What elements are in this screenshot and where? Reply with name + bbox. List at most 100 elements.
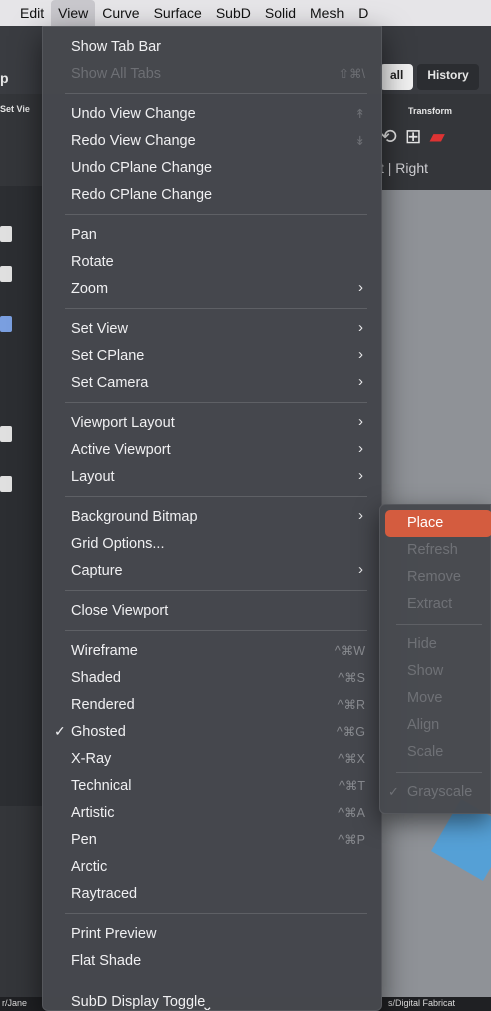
- chevron-right-icon: ›: [358, 413, 363, 430]
- menu-item-shortcut: ^⌘W: [334, 644, 365, 658]
- menu-item-layout[interactable]: Layout ›: [43, 463, 381, 490]
- checkmark-icon: ✓: [54, 723, 66, 739]
- menu-item-flat-shade[interactable]: Flat Shade: [43, 947, 381, 974]
- rotate-view-icon[interactable]: ⟲: [380, 124, 397, 149]
- submenu-item-label: Refresh: [407, 542, 458, 558]
- menu-item-active-viewport[interactable]: Active Viewport ›: [43, 436, 381, 463]
- checkmark-icon: ✓: [388, 784, 399, 799]
- submenu-item-show[interactable]: Show: [385, 658, 491, 685]
- menu-item-arctic[interactable]: Arctic: [43, 853, 381, 880]
- menu-item-label: Background Bitmap: [71, 509, 198, 525]
- tool-icon[interactable]: [0, 316, 12, 332]
- submenu-item-label: Move: [407, 690, 443, 706]
- menu-item-shortcut: ⇧⌘\: [338, 67, 365, 81]
- menubar-item-surface[interactable]: Surface: [147, 0, 209, 26]
- chevron-right-icon: ›: [358, 319, 363, 336]
- menu-item-label: Viewport Layout: [71, 415, 175, 431]
- menu-item-subd-display-toggle[interactable]: SubD Display Toggle: [43, 974, 381, 1010]
- viewport-grid-icon[interactable]: ⊞: [405, 124, 422, 149]
- menu-item-wireframe[interactable]: Wireframe ^⌘W: [43, 637, 381, 664]
- tool-icon[interactable]: [0, 476, 12, 492]
- menu-item-label: Wireframe: [71, 643, 138, 659]
- menu-item-undo-view-change[interactable]: Undo View Change ↟: [43, 100, 381, 127]
- menu-item-undo-cplane-change[interactable]: Undo CPlane Change: [43, 154, 381, 181]
- menu-item-pan[interactable]: Pan: [43, 221, 381, 248]
- submenu-item-place[interactable]: Place: [385, 510, 491, 537]
- menu-item-label: Shaded: [71, 670, 121, 686]
- menu-item-technical[interactable]: Technical ^⌘T: [43, 772, 381, 799]
- menu-item-label: Technical: [71, 778, 132, 794]
- menu-item-set-view[interactable]: Set View ›: [43, 315, 381, 342]
- submenu-item-hide[interactable]: Hide: [385, 631, 491, 658]
- menu-item-set-cplane[interactable]: Set CPlane ›: [43, 342, 381, 369]
- menu-item-grid-options[interactable]: Grid Options...: [43, 530, 381, 557]
- menu-item-ghosted[interactable]: ✓ Ghosted ^⌘G: [43, 718, 381, 745]
- menu-item-set-camera[interactable]: Set Camera ›: [43, 369, 381, 396]
- menu-item-label: Print Preview: [71, 926, 157, 942]
- menubar-item-solid[interactable]: Solid: [258, 0, 303, 26]
- menu-item-pen[interactable]: Pen ^⌘P: [43, 826, 381, 853]
- menubar-item-curve[interactable]: Curve: [95, 0, 146, 26]
- background-tab-history[interactable]: History: [417, 64, 479, 90]
- menu-item-label: X-Ray: [71, 751, 112, 767]
- menu-separator: [65, 402, 367, 403]
- menu-item-capture[interactable]: Capture ›: [43, 557, 381, 584]
- menu-separator: [65, 590, 367, 591]
- background-viewport-tabs[interactable]: t | Right: [380, 160, 428, 176]
- menu-item-label: Pan: [71, 227, 97, 243]
- tool-icon[interactable]: [0, 426, 12, 442]
- chevron-right-icon: ›: [358, 467, 363, 484]
- menu-separator: [65, 630, 367, 631]
- menu-separator: [65, 93, 367, 94]
- menubar-item-d[interactable]: D: [351, 0, 375, 26]
- menu-item-print-preview[interactable]: Print Preview: [43, 920, 381, 947]
- menu-item-raytraced[interactable]: Raytraced: [43, 880, 381, 907]
- menu-separator: [65, 308, 367, 309]
- background-panel-fragment: p: [0, 70, 9, 86]
- menu-item-label: Undo View Change: [71, 106, 196, 122]
- menu-item-label: Flat Shade: [71, 953, 142, 969]
- tool-icon[interactable]: [0, 226, 12, 242]
- menu-item-rendered[interactable]: Rendered ^⌘R: [43, 691, 381, 718]
- background-tab-all[interactable]: all: [380, 64, 414, 90]
- submenu-item-remove[interactable]: Remove: [385, 564, 491, 591]
- menu-item-rotate[interactable]: Rotate: [43, 248, 381, 275]
- submenu-item-extract[interactable]: Extract: [385, 591, 491, 618]
- menu-item-show-all-tabs[interactable]: Show All Tabs ⇧⌘\: [43, 60, 381, 87]
- menubar-item-mesh[interactable]: Mesh: [303, 0, 351, 26]
- menu-item-label: Set CPlane: [71, 348, 145, 364]
- menu-item-background-bitmap[interactable]: Background Bitmap ›: [43, 503, 381, 530]
- tool-icon[interactable]: [0, 266, 12, 282]
- submenu-item-grayscale[interactable]: ✓ Grayscale: [385, 779, 491, 806]
- submenu-item-refresh[interactable]: Refresh: [385, 537, 491, 564]
- menu-item-show-tab-bar[interactable]: Show Tab Bar: [43, 33, 381, 60]
- menu-item-label: Raytraced: [71, 886, 138, 902]
- menu-item-label: Ghosted: [71, 724, 126, 740]
- menu-item-label: Redo CPlane Change: [71, 187, 213, 203]
- submenu-item-move[interactable]: Move: [385, 685, 491, 712]
- submenu-item-align[interactable]: Align: [385, 712, 491, 739]
- submenu-separator: [396, 624, 482, 625]
- menu-item-label: Show Tab Bar: [71, 39, 162, 55]
- submenu-separator: [396, 772, 482, 773]
- submenu-item-scale[interactable]: Scale: [385, 739, 491, 766]
- menu-item-zoom[interactable]: Zoom ›: [43, 275, 381, 302]
- menubar-item-view[interactable]: View: [51, 0, 96, 26]
- background-panel-tabs: all History: [380, 64, 479, 90]
- menubar-item-edit[interactable]: Edit: [13, 0, 51, 26]
- menu-item-redo-cplane-change[interactable]: Redo CPlane Change: [43, 181, 381, 208]
- menu-item-close-viewport[interactable]: Close Viewport: [43, 597, 381, 624]
- car-render-icon[interactable]: ▰: [430, 124, 445, 149]
- background-bitmap-submenu: Place Refresh Remove Extract Hide Show Move Ali…: [379, 504, 491, 814]
- menubar-item-subd[interactable]: SubD: [209, 0, 258, 26]
- menu-item-artistic[interactable]: Artistic ^⌘A: [43, 799, 381, 826]
- menu-item-redo-view-change[interactable]: Redo View Change ↡: [43, 127, 381, 154]
- menu-item-viewport-layout[interactable]: Viewport Layout ›: [43, 409, 381, 436]
- menu-item-label: Redo View Change: [71, 133, 196, 149]
- menu-item-x-ray[interactable]: X-Ray ^⌘X: [43, 745, 381, 772]
- menu-item-shaded[interactable]: Shaded ^⌘S: [43, 664, 381, 691]
- menu-separator: [65, 214, 367, 215]
- background-left-toolbar: [0, 186, 42, 806]
- menu-item-label: Grid Options...: [71, 536, 165, 552]
- menu-item-label: Set View: [71, 321, 128, 337]
